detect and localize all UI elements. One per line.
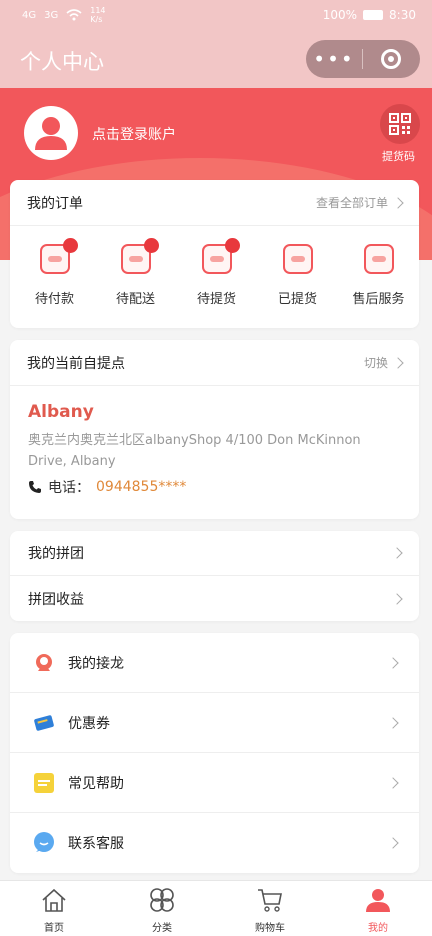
tab-label: 首页 bbox=[44, 923, 64, 934]
bottom-tab-bar: 首页 分类 购物车 我的 bbox=[0, 880, 432, 936]
my-group-buy-row[interactable]: 我的拼团 bbox=[10, 531, 419, 576]
tab-cart[interactable]: 购物车 bbox=[216, 881, 324, 936]
avatar[interactable] bbox=[24, 106, 78, 160]
tab-label: 我的 bbox=[368, 923, 388, 934]
group-buy-card: 我的拼团 拼团收益 bbox=[10, 531, 419, 621]
home-icon bbox=[42, 888, 66, 912]
help-note-icon bbox=[32, 771, 56, 795]
orders-header[interactable]: 我的订单 查看全部订单 bbox=[10, 180, 419, 226]
contact-service-row[interactable]: 联系客服 bbox=[10, 813, 419, 873]
cell-signal-2: 3G bbox=[44, 9, 59, 21]
order-status-to-pickup[interactable]: 待提货 bbox=[178, 238, 255, 307]
pickup-qr-button[interactable] bbox=[380, 104, 420, 144]
tab-label: 购物车 bbox=[255, 923, 285, 934]
tab-mine[interactable]: 我的 bbox=[324, 881, 432, 936]
phone-label: 电话： bbox=[48, 480, 90, 496]
chevron-right-icon bbox=[391, 592, 403, 605]
cart-icon bbox=[258, 889, 282, 912]
battery-icon bbox=[363, 10, 384, 20]
battery-percent: 100% bbox=[322, 8, 358, 22]
switch-pickup-label: 切换 bbox=[363, 356, 388, 370]
coupon-icon bbox=[32, 711, 56, 735]
coupon-row[interactable]: 优惠券 bbox=[10, 693, 419, 753]
order-status-label: 待付款 bbox=[34, 292, 74, 307]
view-all-orders-label: 查看全部订单 bbox=[315, 196, 388, 210]
net-speed: 114 K/s bbox=[90, 6, 105, 24]
view-all-orders-link[interactable]: 查看全部订单 bbox=[315, 194, 404, 211]
switch-pickup-link[interactable]: 切换 bbox=[363, 354, 404, 371]
pickup-qr-label: 提货码 bbox=[382, 150, 415, 163]
row-label: 优惠券 bbox=[68, 715, 110, 732]
row-label: 联系客服 bbox=[68, 836, 124, 852]
chevron-right-icon bbox=[392, 356, 404, 369]
chevron-right-icon bbox=[391, 547, 403, 559]
user-icon bbox=[366, 889, 390, 912]
service-menu-card: 我的接龙 优惠券 常见帮助 联系客服 bbox=[10, 633, 419, 873]
pickup-header[interactable]: 我的当前自提点 切换 bbox=[10, 340, 419, 386]
pickup-name: Albany bbox=[28, 402, 94, 422]
target-icon bbox=[381, 49, 401, 69]
chevron-right-icon bbox=[392, 196, 404, 209]
page-title: 个人中心 bbox=[20, 50, 104, 74]
order-status-pending-payment[interactable]: 待付款 bbox=[16, 238, 93, 307]
net-speed-unit: K/s bbox=[90, 15, 103, 24]
status-bar: 4G 3G 114 K/s 100% 8:30 bbox=[0, 0, 432, 30]
notification-dot bbox=[225, 238, 240, 253]
wifi-icon bbox=[66, 9, 82, 21]
pickup-title: 我的当前自提点 bbox=[27, 355, 125, 372]
pickup-phone[interactable]: 电话： 0944855**** bbox=[28, 477, 401, 497]
mini-program-capsule: ••• bbox=[306, 40, 420, 78]
user-silhouette-icon bbox=[35, 117, 67, 150]
row-label: 我的拼团 bbox=[28, 546, 84, 562]
solitaire-icon bbox=[32, 651, 56, 675]
tab-category[interactable]: 分类 bbox=[108, 881, 216, 936]
row-label: 常见帮助 bbox=[68, 775, 124, 792]
notification-dot bbox=[63, 238, 78, 253]
orders-card: 我的订单 查看全部订单 待付款 待配送 待提货 已提货 售后服务 bbox=[10, 180, 419, 328]
cell-signal-1: 4G bbox=[22, 9, 37, 21]
order-status-to-deliver[interactable]: 待配送 bbox=[97, 238, 174, 307]
help-row[interactable]: 常见帮助 bbox=[10, 753, 419, 813]
phone-number: 0944855**** bbox=[96, 479, 187, 495]
my-solitaire-row[interactable]: 我的接龙 bbox=[10, 633, 419, 693]
chevron-right-icon bbox=[387, 656, 399, 669]
order-status-label: 待配送 bbox=[115, 292, 155, 307]
order-status-picked-up[interactable]: 已提货 bbox=[259, 244, 336, 307]
chevron-right-icon bbox=[387, 776, 399, 789]
net-speed-value: 114 bbox=[90, 6, 106, 15]
phone-icon bbox=[29, 481, 41, 493]
login-link[interactable]: 点击登录账户 bbox=[92, 124, 176, 144]
row-label: 拼团收益 bbox=[28, 591, 84, 608]
row-label: 我的接龙 bbox=[68, 655, 124, 672]
order-status-label: 已提货 bbox=[277, 292, 317, 307]
group-earnings-row[interactable]: 拼团收益 bbox=[10, 576, 419, 621]
notification-dot bbox=[144, 238, 159, 253]
close-mini-program-button[interactable] bbox=[363, 49, 419, 69]
pickup-point-card: 我的当前自提点 切换 Albany 奥克兰内奥克兰北区albanyShop 4/… bbox=[10, 340, 419, 519]
order-status-after-sales[interactable]: 售后服务 bbox=[340, 244, 417, 307]
tab-home[interactable]: 首页 bbox=[0, 881, 108, 936]
pickup-address: 奥克兰内奥克兰北区albanyShop 4/100 Don McKinnon D… bbox=[28, 433, 361, 469]
qr-code-icon bbox=[389, 113, 411, 135]
order-status-label: 待提货 bbox=[196, 292, 236, 307]
orders-title: 我的订单 bbox=[27, 195, 83, 212]
top-bar: 4G 3G 114 K/s 100% 8:30 个人中心 ••• bbox=[0, 0, 432, 88]
chat-bubble-icon bbox=[32, 831, 56, 855]
more-menu-button[interactable]: ••• bbox=[306, 47, 362, 71]
tab-label: 分类 bbox=[152, 923, 172, 934]
chevron-right-icon bbox=[387, 716, 399, 729]
category-icon bbox=[150, 888, 174, 912]
chevron-right-icon bbox=[387, 837, 399, 849]
after-sales-yuan-icon bbox=[363, 244, 394, 274]
received-check-icon bbox=[282, 244, 313, 274]
order-status-label: 售后服务 bbox=[352, 292, 405, 307]
clock: 8:30 bbox=[389, 8, 416, 22]
